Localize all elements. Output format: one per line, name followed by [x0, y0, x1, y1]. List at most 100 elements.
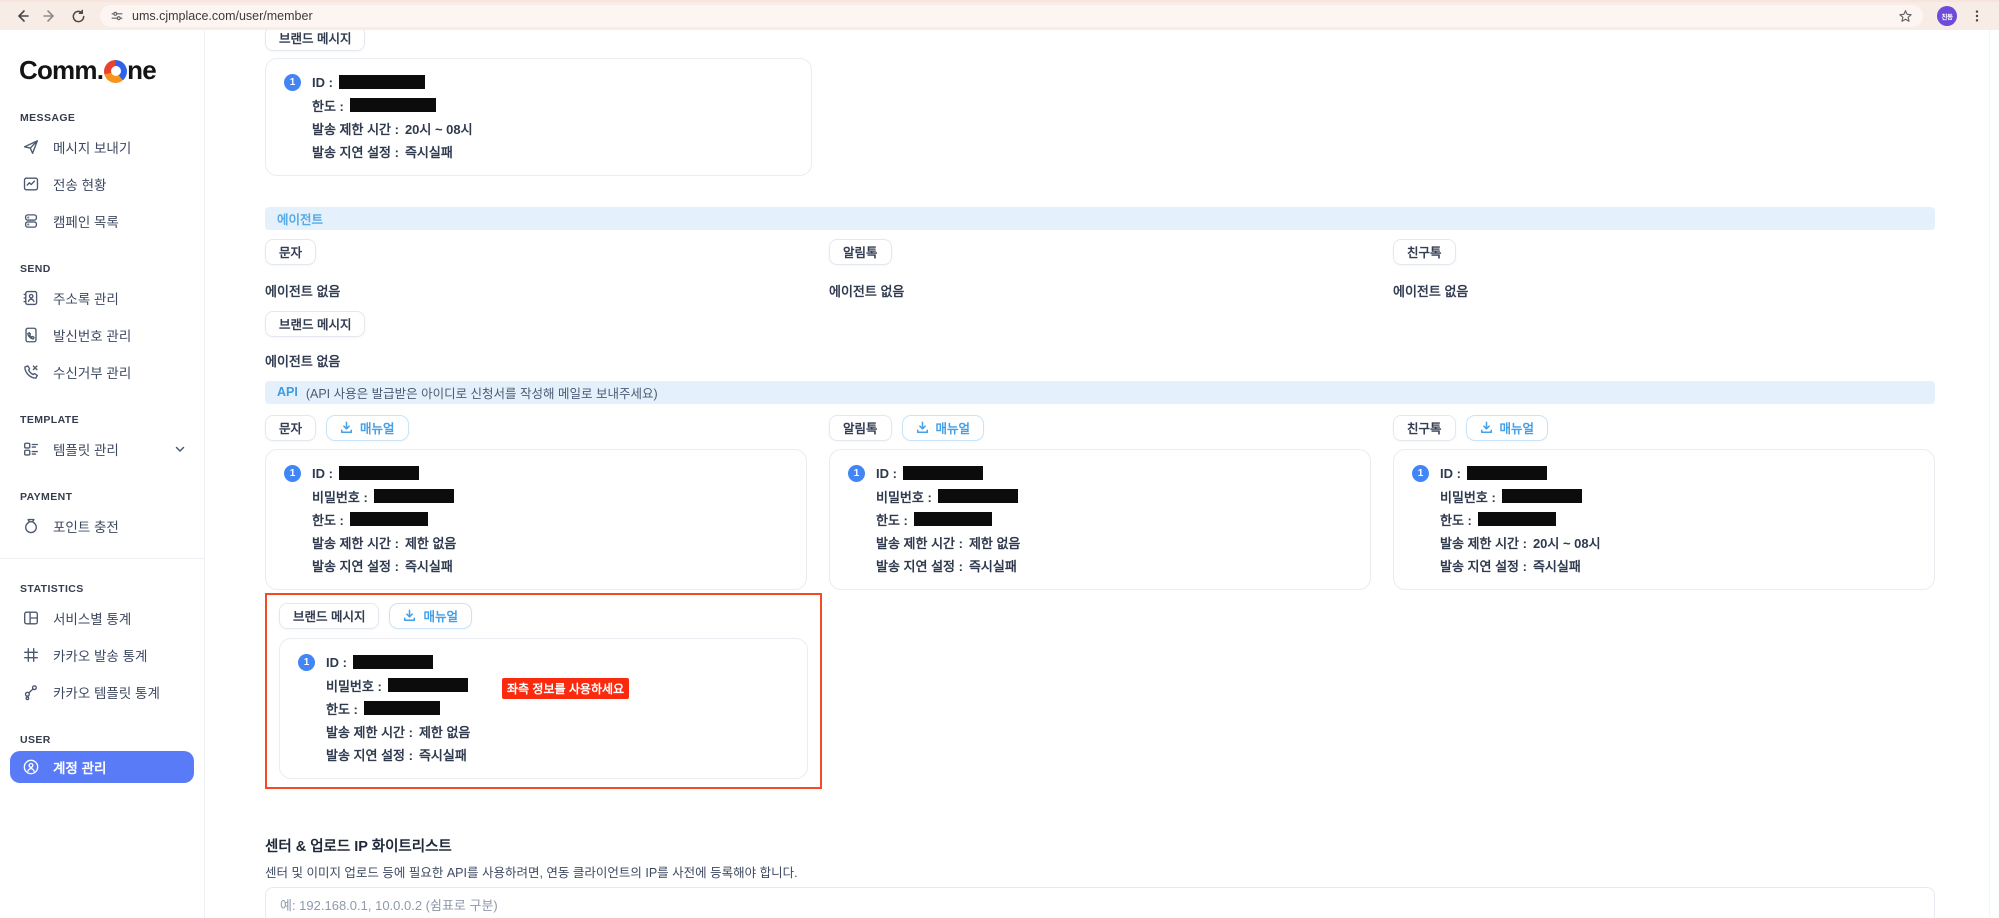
redacted-value	[374, 489, 454, 503]
reload-icon[interactable]	[67, 5, 89, 27]
api-column-alimtalk: 알림톡 매뉴얼 1 ID : 비밀번호 : 한도 : 발송 제한 시간 :제한 …	[829, 415, 1371, 590]
kakao-template-stats-icon	[22, 683, 40, 701]
info-row: 비밀번호 :	[876, 485, 1020, 508]
forward-icon[interactable]	[39, 5, 61, 27]
bookmark-star-icon[interactable]	[1898, 9, 1913, 24]
sidebar-item-label: 서비스별 통계	[53, 608, 131, 628]
redacted-value	[339, 75, 425, 89]
row-label: 한도 :	[312, 510, 344, 529]
back-icon[interactable]	[11, 5, 33, 27]
sidebar-item-label: 템플릿 관리	[53, 439, 119, 459]
ip-whitelist-input[interactable]	[265, 887, 1935, 918]
info-row: ID :	[312, 462, 456, 485]
sidebar-item-point-charge[interactable]: 포인트 충전	[0, 507, 204, 544]
redacted-value	[339, 466, 419, 480]
redacted-value	[350, 98, 436, 112]
agent-tab-alimtalk[interactable]: 알림톡	[829, 239, 892, 265]
sidebar-divider	[0, 558, 204, 559]
row-label: 한도 :	[312, 96, 344, 115]
info-row: 발송 제한 시간 :20시 ~ 08시	[312, 117, 473, 140]
api-tab-brand-message[interactable]: 브랜드 메시지	[279, 603, 379, 629]
brand-message-info-card: 1 ID : 한도 : 발송 제한 시간 :20시 ~ 08시 발송 지연 설정…	[265, 58, 812, 176]
download-icon	[403, 609, 416, 622]
row-label: ID :	[326, 655, 347, 670]
section-label: SEND	[0, 263, 204, 275]
info-row: 한도 :	[876, 508, 1020, 531]
agent-tab-brand-message[interactable]: 브랜드 메시지	[265, 311, 365, 337]
sidebar-item-template-manage[interactable]: 템플릿 관리	[0, 430, 204, 467]
row-label: 발송 제한 시간 :	[312, 119, 399, 138]
sidebar-item-address-book[interactable]: 주소록 관리	[0, 279, 204, 316]
address-bar[interactable]: ums.cjmplace.com/user/member	[100, 5, 1923, 27]
api-info-card: 1 ID : 비밀번호 : 한도 : 발송 제한 시간 :20시 ~ 08시 발…	[1393, 449, 1935, 590]
row-label: 한도 :	[326, 699, 358, 718]
row-label: 한도 :	[876, 510, 908, 529]
section-label: STATISTICS	[0, 583, 204, 595]
redacted-value	[1502, 489, 1582, 503]
whitelist-title: 센터 & 업로드 IP 화이트리스트	[265, 835, 1935, 856]
site-settings-icon[interactable]	[110, 9, 124, 23]
section-statistics: STATISTICS 서비스별 통계 카카오 발송 통계 카카오 템플릿 통계	[0, 583, 204, 710]
template-manage-icon	[22, 440, 40, 458]
info-row: 비밀번호 :	[326, 674, 470, 697]
manual-download-button[interactable]: 매뉴얼	[389, 603, 472, 629]
profile-avatar[interactable]: 친동	[1937, 6, 1957, 26]
sidebar-item-send-message[interactable]: 메시지 보내기	[0, 128, 204, 165]
page-scrollbar[interactable]	[1989, 30, 1999, 918]
sidebar-item-campaign-list[interactable]: 캠페인 목록	[0, 202, 204, 239]
info-row: 발송 제한 시간 :20시 ~ 08시	[1440, 531, 1601, 554]
download-icon	[1480, 421, 1493, 434]
row-value: 제한 없음	[419, 722, 470, 741]
point-charge-icon	[22, 517, 40, 535]
row-label: 비밀번호 :	[312, 487, 368, 506]
browser-menu-icon[interactable]	[1966, 5, 1988, 27]
info-row: ID :	[312, 71, 473, 94]
number-badge: 1	[848, 465, 865, 482]
campaign-list-icon	[22, 212, 40, 230]
redacted-value	[1467, 466, 1547, 480]
row-value: 즉시실패	[969, 556, 1017, 575]
row-label: 발송 제한 시간 :	[312, 533, 399, 552]
sidebar-item-label: 발신번호 관리	[53, 325, 131, 345]
api-column-sms: 문자 매뉴얼 1 ID : 비밀번호 : 한도 : 발송 제한 시간 :제한 없…	[265, 415, 807, 590]
manual-download-button[interactable]: 매뉴얼	[902, 415, 985, 441]
section-label: USER	[0, 734, 204, 746]
sidebar-item-reject-manage[interactable]: 수신거부 관리	[0, 353, 204, 390]
row-label: ID :	[312, 75, 333, 90]
redacted-value	[364, 701, 440, 715]
number-badge: 1	[1412, 465, 1429, 482]
sidebar: Comm.ne MESSAGE 메시지 보내기 전송 현황 캠페인 목록 SEN…	[0, 30, 205, 918]
info-row: ID :	[1440, 462, 1601, 485]
sidebar-item-kakao-template-stats[interactable]: 카카오 템플릿 통계	[0, 673, 204, 710]
agent-tab-friendtalk[interactable]: 친구톡	[1393, 239, 1456, 265]
sidebar-item-account-manage[interactable]: 계정 관리	[10, 751, 194, 783]
redacted-value	[914, 512, 992, 526]
row-label: ID :	[876, 466, 897, 481]
row-label: ID :	[312, 466, 333, 481]
api-info-card: 1 ID : 비밀번호 : 한도 : 발송 제한 시간 :제한 없음 발송 지연…	[829, 449, 1371, 590]
api-tab-sms[interactable]: 문자	[265, 415, 316, 441]
api-columns: 문자 매뉴얼 1 ID : 비밀번호 : 한도 : 발송 제한 시간 :제한 없…	[265, 415, 1935, 590]
manual-download-button[interactable]: 매뉴얼	[1466, 415, 1549, 441]
info-row: ID :	[876, 462, 1020, 485]
row-value: 즉시실패	[405, 556, 453, 575]
agent-brand-empty-text: 에이전트 없음	[265, 351, 1935, 370]
info-row: 비밀번호 :	[312, 485, 456, 508]
sidebar-item-send-status[interactable]: 전송 현황	[0, 165, 204, 202]
sidebar-item-sender-number[interactable]: 발신번호 관리	[0, 316, 204, 353]
api-tab-friendtalk[interactable]: 친구톡	[1393, 415, 1456, 441]
sidebar-item-service-stats[interactable]: 서비스별 통계	[0, 599, 204, 636]
api-tab-alimtalk[interactable]: 알림톡	[829, 415, 892, 441]
row-value: 즉시실패	[1533, 556, 1581, 575]
sidebar-item-kakao-send-stats[interactable]: 카카오 발송 통계	[0, 636, 204, 673]
row-label: 발송 지연 설정 :	[312, 142, 399, 161]
brand-message-tab-cut[interactable]: 브랜드 메시지	[265, 30, 365, 51]
section-message: MESSAGE 메시지 보내기 전송 현황 캠페인 목록	[0, 112, 204, 239]
number-badge: 1	[284, 465, 301, 482]
manual-download-button[interactable]: 매뉴얼	[326, 415, 409, 441]
download-icon	[916, 421, 929, 434]
app-logo: Comm.ne	[0, 52, 204, 88]
agent-tab-sms[interactable]: 문자	[265, 239, 316, 265]
info-row: 발송 지연 설정 :즉시실패	[312, 554, 456, 577]
number-badge: 1	[298, 654, 315, 671]
